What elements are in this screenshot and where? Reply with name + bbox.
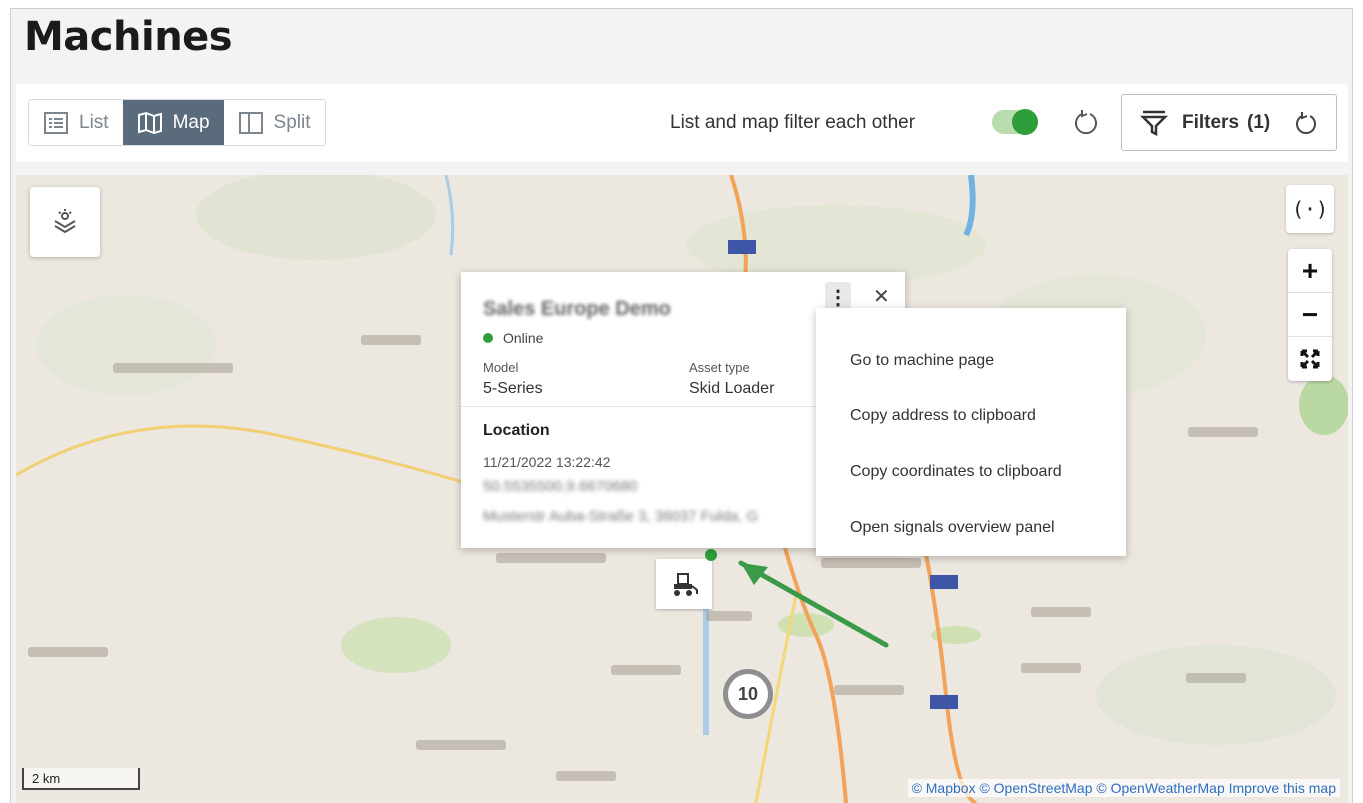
machine-marker[interactable] (656, 559, 712, 609)
asset-type-value: Skid Loader (689, 380, 775, 397)
asset-type-label: Asset type (689, 360, 750, 375)
filters-label: Filters (1182, 111, 1240, 133)
menu-item-signals-panel[interactable]: Open signals overview panel (850, 519, 1055, 537)
map-attribution[interactable]: © Mapbox © OpenStreetMap © OpenWeatherMa… (907, 779, 1340, 797)
map-icon (137, 111, 162, 134)
menu-item-go-to-machine[interactable]: Go to machine page (850, 352, 994, 370)
layers-icon (54, 209, 76, 234)
view-split-label: Split (273, 111, 311, 133)
reset-sync-icon[interactable] (1072, 108, 1100, 136)
menu-item-copy-coordinates[interactable]: Copy coordinates to clipboard (850, 463, 1062, 481)
zoom-out-button[interactable]: − (1288, 293, 1332, 337)
split-icon (238, 111, 263, 134)
map-scale: 2 km (22, 768, 140, 790)
machine-cluster[interactable]: 10 (723, 669, 773, 719)
location-address: Musterstr Auba-Straße 3, 36037 Fulda, G (483, 508, 759, 525)
location-coordinates: 50.5535500,9.6670680 (483, 478, 638, 495)
page-title: Machines (24, 14, 233, 60)
menu-item-copy-address[interactable]: Copy address to clipboard (850, 407, 1036, 425)
zoom-in-button[interactable]: + (1288, 249, 1332, 293)
map-layers-button[interactable] (30, 187, 100, 257)
view-list-button[interactable]: List (29, 100, 123, 145)
zoom-controls: + − (1288, 249, 1332, 381)
machine-context-menu: Go to machine page Copy address to clipb… (816, 308, 1126, 556)
online-status-dot (705, 549, 717, 561)
sync-filter-toggle[interactable] (992, 109, 1038, 135)
model-value: 5-Series (483, 380, 543, 397)
status-dot (483, 333, 493, 343)
skid-loader-icon (674, 573, 698, 596)
locate-me-button[interactable]: (·) (1286, 185, 1334, 233)
filters-count-badge: (1) (1247, 111, 1271, 133)
location-timestamp: 11/21/2022 13:22:42 (483, 454, 611, 470)
fullscreen-icon (1300, 349, 1320, 369)
view-split-button[interactable]: Split (223, 100, 325, 145)
view-toggle: List Map Split (28, 99, 326, 146)
filter-funnel-icon (1140, 110, 1168, 136)
toolbar: List Map Split List and map filter each … (16, 84, 1348, 162)
list-icon (44, 111, 68, 134)
view-list-label: List (79, 111, 109, 133)
view-map-label: Map (172, 111, 210, 133)
filters-button[interactable]: Filters (1) (1121, 94, 1337, 151)
reset-filters-icon[interactable] (1294, 111, 1318, 135)
machine-status: Online (483, 330, 543, 346)
machine-name: Sales Europe Demo (483, 298, 671, 320)
toggle-knob (1012, 109, 1038, 135)
status-text: Online (503, 330, 544, 346)
location-heading: Location (483, 422, 550, 439)
fullscreen-button[interactable] (1288, 337, 1332, 381)
model-label: Model (483, 360, 519, 375)
view-map-button[interactable]: Map (122, 100, 224, 145)
sync-filter-label: List and map filter each other (670, 112, 916, 133)
